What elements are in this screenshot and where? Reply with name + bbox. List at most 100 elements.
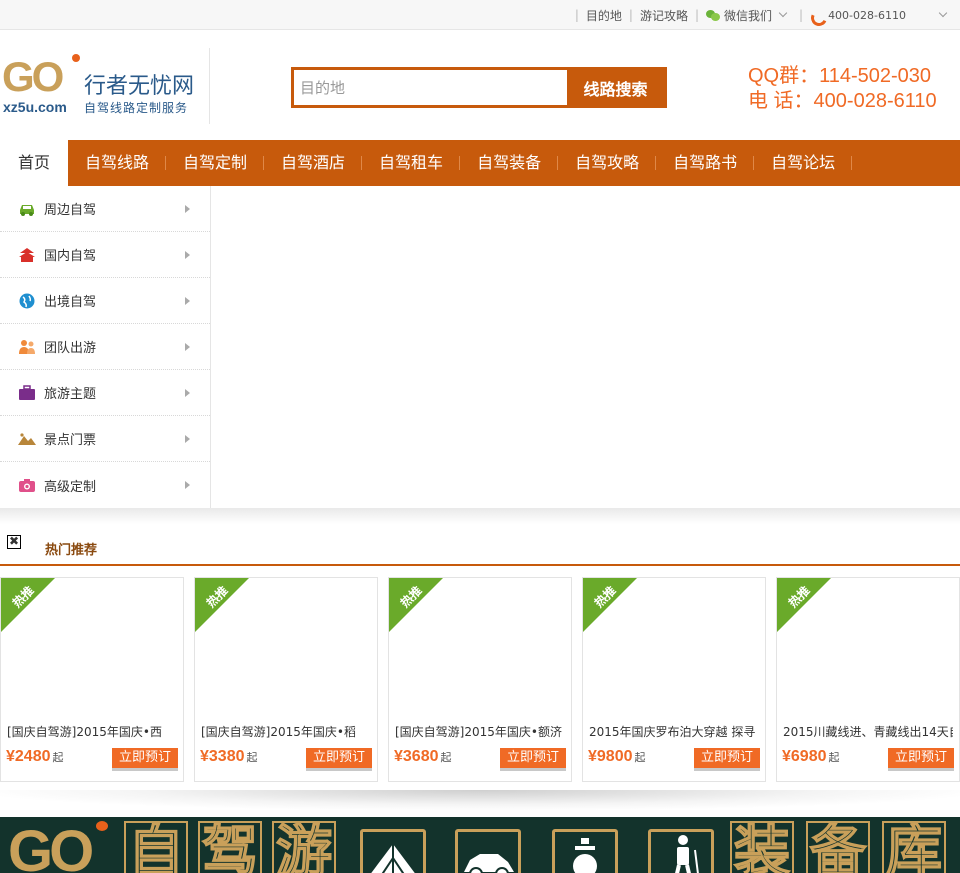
logo-slogan: 自驾线路定制服务 <box>84 101 189 115</box>
nav-equipment[interactable]: 自驾装备 <box>460 140 559 186</box>
wechat-label: 微信我们 <box>724 8 773 23</box>
chevron-down-icon <box>778 8 788 17</box>
sidebar-item-premium-custom[interactable]: 高级定制 <box>0 462 210 508</box>
hot-product-list: 热推 [国庆自驾游]2015年国庆•西 ¥2480 起 立即预订 热推 [国庆自驾… <box>0 577 960 782</box>
price-suffix: 起 <box>52 752 64 764</box>
price-value: ¥2480 <box>6 748 51 765</box>
car-icon <box>18 201 36 217</box>
product-card[interactable]: 热推 2015川藏线进、青藏线出14天自 ¥6980 起 立即预订 <box>776 577 960 782</box>
nav-custom[interactable]: 自驾定制 <box>166 140 265 186</box>
stove-icon <box>552 829 618 873</box>
product-title[interactable]: [国庆自驾游]2015年国庆•稻 <box>201 723 371 740</box>
sidebar-item-label: 旅游主题 <box>44 387 97 402</box>
hot-ribbon: 热推 <box>583 578 638 633</box>
chevron-right-icon <box>185 389 190 397</box>
chevron-right-icon <box>185 481 190 489</box>
product-title[interactable]: [国庆自驾游]2015年国庆•额济 <box>395 723 565 740</box>
contact-phone: 电 话：400-028-6110 <box>748 90 937 112</box>
sidebar-item-domestic[interactable]: 国内自驾 <box>0 232 210 278</box>
sidebar-item-label: 出境自驾 <box>44 295 97 310</box>
book-now-button[interactable]: 立即预订 <box>694 748 760 771</box>
sidebar-item-label: 高级定制 <box>44 479 97 495</box>
sidebar-item-tickets[interactable]: 景点门票 <box>0 416 210 462</box>
sidebar-item-themes[interactable]: 旅游主题 <box>0 370 210 416</box>
ribbon-label: 热推 <box>9 583 37 611</box>
divider: | <box>799 8 804 22</box>
search-input[interactable] <box>294 70 567 105</box>
sidebar-item-nearby[interactable]: 周边自驾 <box>0 186 210 232</box>
product-card[interactable]: 热推 [国庆自驾游]2015年国庆•西 ¥2480 起 立即预订 <box>0 577 184 782</box>
hot-section-title: 热门推荐 <box>45 543 98 558</box>
sidebar-item-label: 周边自驾 <box>44 203 97 218</box>
book-now-button[interactable]: 立即预订 <box>112 748 178 771</box>
search-button[interactable]: 线路搜索 <box>567 70 664 105</box>
top-link-destination[interactable]: 目的地 <box>586 7 622 24</box>
hiker-icon <box>648 829 714 873</box>
camera-icon <box>18 477 36 493</box>
price-suffix: 起 <box>828 752 840 764</box>
chevron-right-icon <box>185 343 190 351</box>
product-price: ¥2480 起 <box>6 748 64 766</box>
product-card[interactable]: 热推 2015年国庆罗布泊大穿越 探寻 ¥9800 起 立即预订 <box>582 577 766 782</box>
banner-char: 装 <box>730 821 794 873</box>
price-suffix: 起 <box>634 752 646 764</box>
main-nav: 首页 自驾线路 自驾定制 自驾酒店 自驾租车 自驾装备 自驾攻略 自驾路书 自驾… <box>0 140 960 186</box>
banner-char: 自 <box>124 821 188 873</box>
product-card[interactable]: 热推 [国庆自驾游]2015年国庆•稻 ¥3380 起 立即预订 <box>194 577 378 782</box>
landscape-icon <box>18 431 36 447</box>
sidebar-item-overseas[interactable]: 出境自驾 <box>0 278 210 324</box>
close-icon[interactable]: ✖ <box>7 535 21 549</box>
divider: | <box>628 8 633 22</box>
car-icon <box>455 829 521 873</box>
ribbon-label: 热推 <box>785 583 813 611</box>
section-shadow <box>0 508 960 524</box>
book-now-button[interactable]: 立即预订 <box>888 748 954 771</box>
banner-char: 游 <box>272 821 336 873</box>
product-title[interactable]: [国庆自驾游]2015年国庆•西 <box>7 723 177 740</box>
equipment-banner[interactable]: GO 自 驾 游 装 备 库 <box>0 817 960 873</box>
banner-char: 驾 <box>198 821 262 873</box>
tent-icon <box>360 829 426 873</box>
wechat-dropdown[interactable]: 微信我们 <box>706 7 792 24</box>
hot-ribbon: 热推 <box>195 578 250 633</box>
top-link-travel-notes[interactable]: 游记攻略 <box>640 7 688 24</box>
top-links: | 目的地 | 游记攻略 | 微信我们 | 400-028-6110 <box>568 0 952 30</box>
price-suffix: 起 <box>246 752 258 764</box>
product-price: ¥6980 起 <box>782 748 840 766</box>
globe-icon <box>18 293 36 309</box>
suitcase-icon <box>18 384 36 401</box>
sidebar-item-label: 景点门票 <box>44 433 97 448</box>
product-price: ¥3380 起 <box>200 748 258 766</box>
logo-mark: GO <box>2 53 64 100</box>
product-price: ¥9800 起 <box>588 748 646 766</box>
nav-guides[interactable]: 自驾攻略 <box>558 140 657 186</box>
product-card[interactable]: 热推 [国庆自驾游]2015年国庆•额济 ¥3680 起 立即预订 <box>388 577 572 782</box>
ribbon-label: 热推 <box>203 583 231 611</box>
nav-hotels[interactable]: 自驾酒店 <box>264 140 363 186</box>
banner-char: 库 <box>882 821 946 873</box>
book-now-button[interactable]: 立即预订 <box>306 748 372 771</box>
search-box: 线路搜索 <box>291 67 667 108</box>
nav-routes[interactable]: 自驾线路 <box>68 140 167 186</box>
ribbon-label: 热推 <box>591 583 619 611</box>
price-value: ¥9800 <box>588 748 633 765</box>
product-price: ¥3680 起 <box>394 748 452 766</box>
section-shadow <box>0 790 960 810</box>
nav-forum[interactable]: 自驾论坛 <box>754 140 853 186</box>
hot-section-header: ✖ 热门推荐 <box>0 530 960 566</box>
site-logo[interactable]: GO 行者无忧网 xz5u.com 自驾线路定制服务 <box>0 48 210 124</box>
chevron-down-icon[interactable] <box>938 8 948 17</box>
hot-ribbon: 热推 <box>1 578 56 633</box>
nav-car-rental[interactable]: 自驾租车 <box>362 140 461 186</box>
header-contact: QQ群：114-502-030 电 话：400-028-6110 <box>748 64 937 114</box>
banner-logo-dot <box>96 821 108 831</box>
product-title[interactable]: 2015川藏线进、青藏线出14天自 <box>783 723 953 740</box>
divider: | <box>574 8 579 22</box>
nav-roadbooks[interactable]: 自驾路书 <box>656 140 755 186</box>
product-title[interactable]: 2015年国庆罗布泊大穿越 探寻 <box>589 723 759 740</box>
wechat-icon <box>706 9 720 21</box>
book-now-button[interactable]: 立即预订 <box>500 748 566 771</box>
nav-home[interactable]: 首页 <box>0 140 68 186</box>
banner-char: 备 <box>806 821 870 873</box>
sidebar-item-group-travel[interactable]: 团队出游 <box>0 324 210 370</box>
